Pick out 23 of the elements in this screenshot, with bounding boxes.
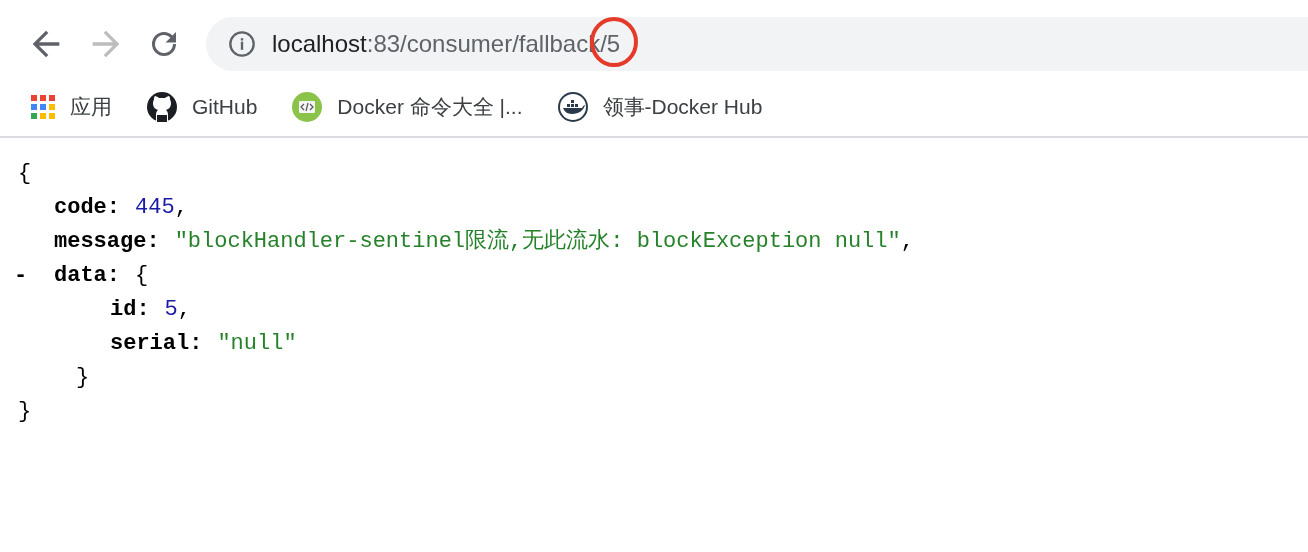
open-brace: {: [135, 261, 149, 290]
bookmark-link[interactable]: 领事-Docker Hub: [556, 91, 763, 123]
bookmark-link[interactable]: GitHub: [146, 91, 258, 123]
json-key: serial:: [110, 326, 203, 360]
bookmark-link[interactable]: Docker 命令大全 |...: [291, 91, 523, 123]
close-brace: }: [18, 397, 32, 426]
json-value: "null": [217, 329, 297, 358]
info-icon[interactable]: [228, 30, 256, 58]
json-value: "blockHandler-sentinel限流,无此流水: blockException null",: [174, 227, 914, 256]
json-value: 445,: [135, 193, 188, 222]
whale-icon: [556, 91, 589, 123]
json-key: data:: [54, 258, 120, 292]
code-brackets-icon: [291, 91, 324, 123]
json-key: message:: [54, 224, 160, 258]
json-value: 5,: [164, 295, 191, 324]
bookmark-link[interactable]: 应用: [30, 91, 112, 123]
json-key: id:: [110, 292, 150, 326]
open-brace: {: [18, 159, 32, 188]
cat-silhouette-icon: [146, 91, 178, 123]
apps-grid-icon: [30, 94, 56, 120]
json-key: code:: [54, 190, 120, 224]
close-brace: }: [76, 363, 90, 392]
collapse-toggle[interactable]: -: [14, 258, 54, 292]
